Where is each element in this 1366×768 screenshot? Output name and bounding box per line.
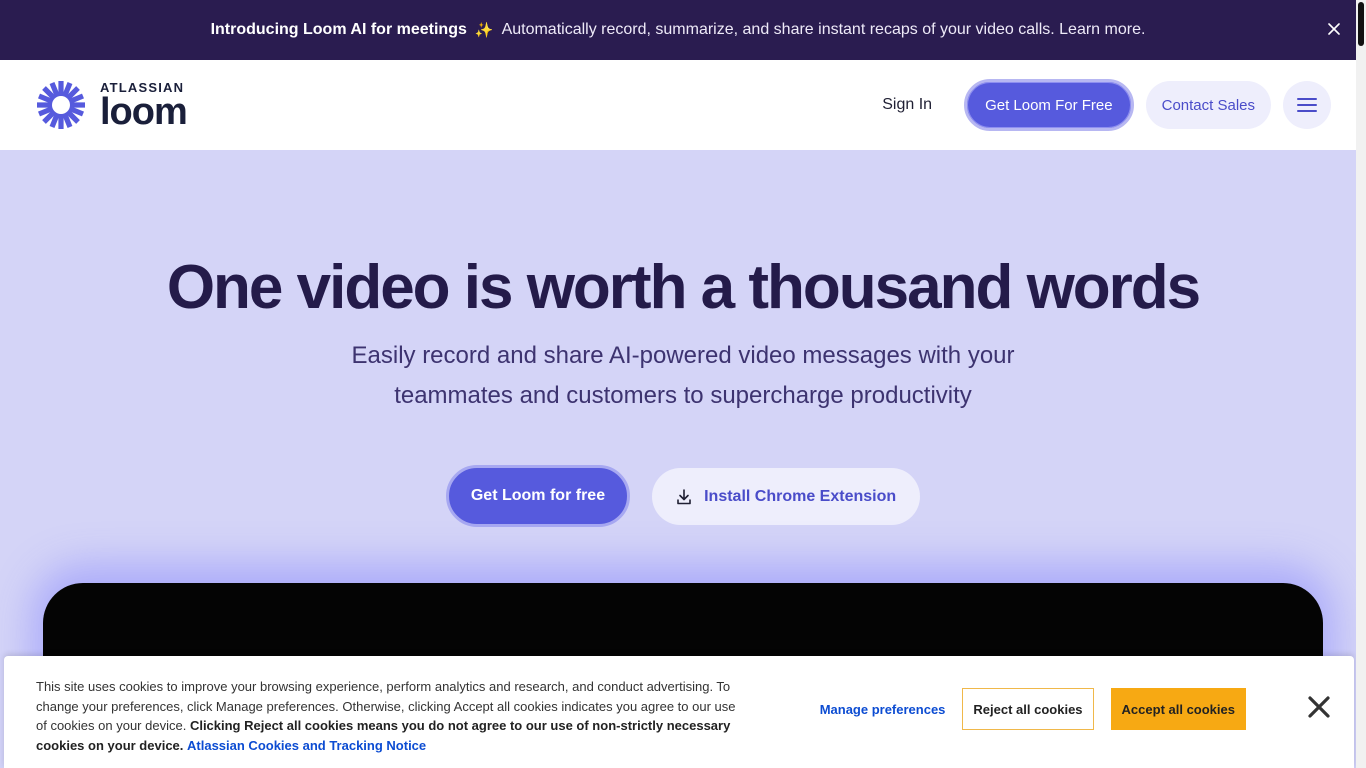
hero-subtitle: Easily record and share AI-powered video…	[351, 342, 1015, 409]
navbar: ATLASSIAN loom Sign In Get Loom For Free…	[0, 60, 1356, 150]
announcement-title[interactable]: Introducing Loom AI for meetings	[211, 21, 467, 39]
sparkle-icon: ✨	[474, 22, 494, 39]
reject-all-cookies-button[interactable]: Reject all cookies	[962, 688, 1094, 730]
manage-preferences-button[interactable]: Manage preferences	[820, 702, 946, 717]
cookie-actions: Manage preferences Reject all cookies Ac…	[820, 688, 1246, 730]
loom-logo[interactable]: ATLASSIAN loom	[36, 80, 196, 133]
scrollbar-thumb[interactable]	[1358, 2, 1364, 46]
menu-button[interactable]	[1283, 81, 1331, 129]
close-icon	[1308, 696, 1330, 718]
close-icon	[1328, 23, 1340, 35]
cookie-banner: This site uses cookies to improve your b…	[4, 656, 1354, 768]
announcement-bar[interactable]: Introducing Loom AI for meetings ✨ Autom…	[0, 0, 1356, 60]
install-chrome-extension-button[interactable]: Install Chrome Extension	[652, 468, 921, 525]
cookie-text: This site uses cookies to improve your b…	[36, 677, 746, 755]
hero-ctas: Get Loom for free Install Chrome Extensi…	[0, 465, 1366, 527]
accept-all-cookies-button[interactable]: Accept all cookies	[1110, 688, 1246, 730]
nav-actions: Sign In Get Loom For Free Contact Sales	[882, 79, 1331, 131]
cookie-close-button[interactable]	[1306, 694, 1332, 720]
get-loom-for-free-button[interactable]: Get Loom for free	[445, 465, 631, 527]
download-icon	[677, 488, 691, 504]
logo-wordmark: ATLASSIAN loom	[100, 81, 188, 133]
cookie-notice-link[interactable]: Atlassian Cookies and Tracking Notice	[187, 738, 426, 753]
contact-sales-button[interactable]: Contact Sales	[1145, 81, 1271, 129]
install-chrome-extension-label: Install Chrome Extension	[704, 487, 897, 505]
logo-product: loom	[100, 91, 188, 133]
announcement-close-icon[interactable]	[1326, 21, 1342, 37]
hamburger-menu-icon	[1297, 98, 1317, 112]
announcement-text[interactable]: Automatically record, summarize, and sha…	[502, 21, 1146, 39]
page: Introducing Loom AI for meetings ✨ Autom…	[0, 0, 1366, 768]
sign-in-link[interactable]: Sign In	[882, 96, 932, 114]
loom-burst-icon	[37, 81, 85, 129]
hero-title: One video is worth a thousand words	[166, 253, 1201, 322]
scrollbar[interactable]	[1356, 0, 1366, 768]
get-loom-free-button[interactable]: Get Loom For Free	[964, 79, 1134, 131]
